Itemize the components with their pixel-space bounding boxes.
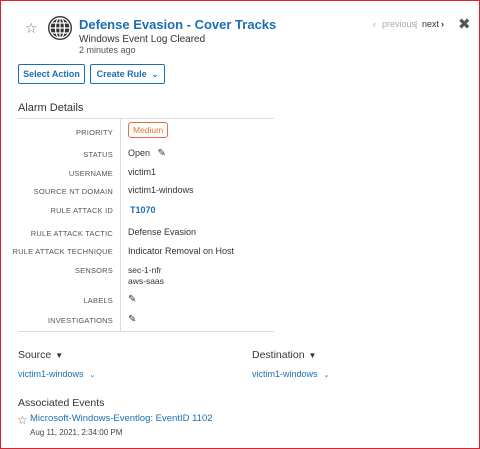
create-rule-label: Create Rule (96, 69, 147, 79)
chevron-down-icon: ⌄ (89, 372, 96, 379)
priority-badge: Medium (128, 122, 169, 138)
favorite-star-icon[interactable]: ☆ (25, 21, 38, 35)
status-label: STATUS (83, 150, 113, 159)
rule-attack-technique-label: RULE ATTACK TECHNIQUE (12, 247, 113, 256)
status-value: Open (128, 148, 151, 158)
chevron-down-icon: ⌄ (151, 69, 159, 79)
investigations-label: INVESTIGATIONS (47, 316, 113, 325)
source-host-value: victim1-windows (18, 369, 84, 379)
priority-label: PRIORITY (75, 128, 113, 137)
previous-link[interactable]: previous (382, 19, 416, 29)
destination-toggle[interactable]: Destination ▼ (252, 349, 316, 361)
details-column-divider (120, 118, 121, 331)
labels-label: LABELS (83, 296, 113, 305)
edit-labels-pencil-icon[interactable]: ✎ (128, 294, 136, 305)
rule-attack-id-label: RULE ATTACK ID (50, 206, 113, 215)
alarm-subtitle: Windows Event Log Cleared (79, 34, 206, 45)
username-label: USERNAME (68, 169, 113, 178)
chevron-down-icon: ▼ (308, 351, 317, 360)
destination-title: Destination (252, 349, 305, 361)
select-action-button[interactable]: Select Action (18, 64, 85, 84)
pager-separator: | (415, 19, 418, 29)
edit-investigations-pencil-icon[interactable]: ✎ (128, 314, 136, 325)
globe-icon (48, 16, 72, 40)
associated-event-timestamp: Aug 11, 2021, 2:34:00 PM (30, 428, 123, 437)
sensor-item: sec-1-nfr (128, 265, 162, 275)
alarm-title[interactable]: Defense Evasion - Cover Tracks (79, 17, 276, 32)
chevron-down-icon: ⌄ (323, 372, 330, 379)
chevron-left-icon[interactable]: ‹ (373, 19, 376, 29)
alarm-details-heading: Alarm Details (18, 102, 84, 114)
rule-attack-id-link[interactable]: T1070 (130, 205, 156, 215)
rule-attack-technique-value: Indicator Removal on Host (128, 246, 235, 256)
associated-event-link[interactable]: Microsoft-Windows-Eventlog: EventID 1102 (30, 413, 213, 424)
next-link[interactable]: next (422, 19, 439, 29)
chevron-down-icon: ▼ (55, 351, 64, 360)
username-value: victim1 (128, 167, 157, 177)
event-star-icon[interactable]: ☆ (17, 413, 28, 427)
chevron-right-icon[interactable]: › (441, 19, 444, 29)
destination-host-dropdown[interactable]: victim1-windows ⌄ (252, 369, 329, 379)
destination-host-value: victim1-windows (252, 369, 318, 379)
source-nt-domain-value: victim1-windows (128, 185, 194, 195)
source-toggle[interactable]: Source ▼ (18, 349, 63, 361)
rule-attack-tactic-value: Defense Evasion (128, 227, 197, 237)
source-nt-domain-label: SOURCE NT DOMAIN (33, 187, 113, 196)
sensor-item: aws-saas (128, 276, 164, 286)
create-rule-button[interactable]: Create Rule ⌄ (90, 64, 165, 84)
sensors-label: SENSORS (74, 266, 113, 275)
alarm-time-ago: 2 minutes ago (79, 45, 136, 55)
rule-attack-tactic-label: RULE ATTACK TACTIC (30, 229, 113, 238)
source-title: Source (18, 349, 52, 361)
details-divider-top (18, 118, 274, 119)
edit-status-pencil-icon[interactable]: ✎ (158, 148, 166, 159)
close-icon[interactable]: ✖ (458, 15, 471, 33)
associated-events-heading: Associated Events (18, 397, 105, 409)
details-divider-bottom (18, 331, 274, 332)
source-host-dropdown[interactable]: victim1-windows ⌄ (18, 369, 95, 379)
